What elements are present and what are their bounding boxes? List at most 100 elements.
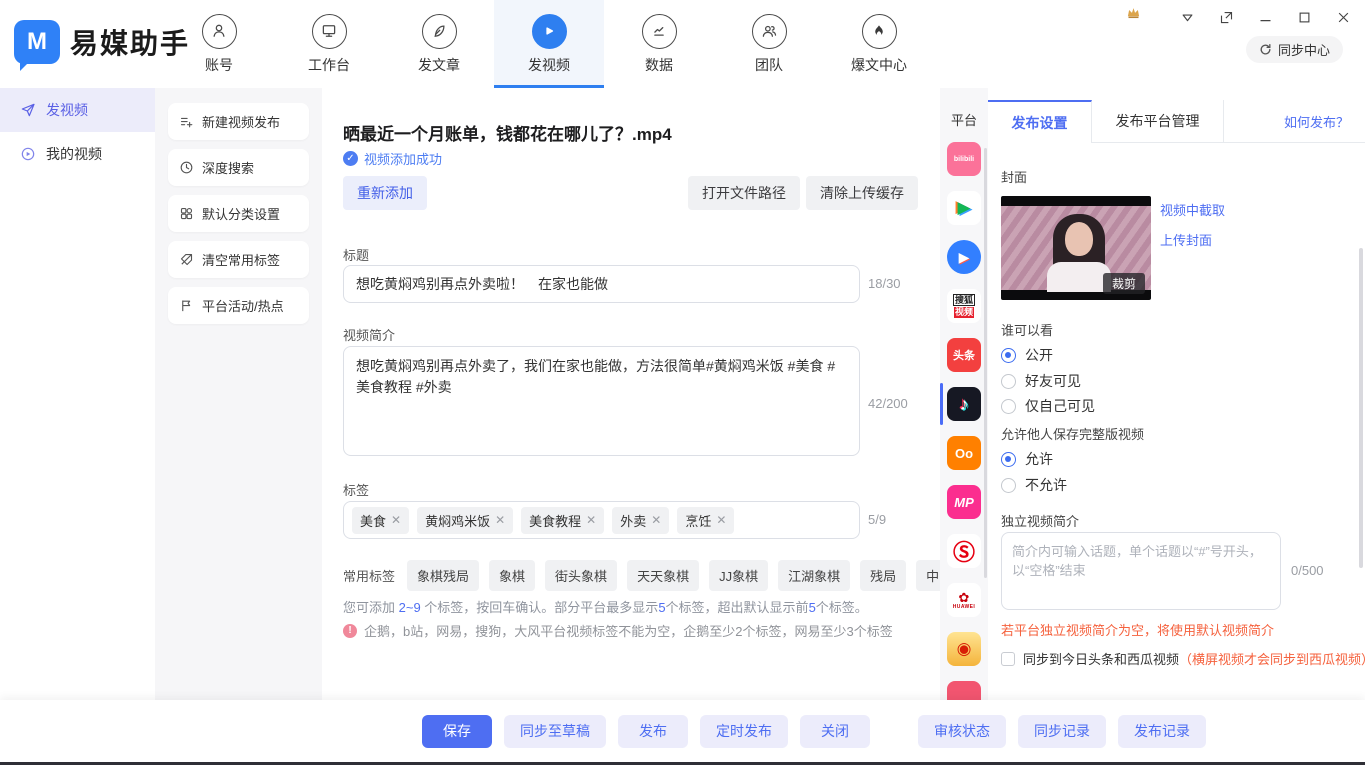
readd-video-button[interactable]: 重新添加 <box>343 176 427 210</box>
top-bar: M 易媒助手 账号 工作台 发文章 发视频 <box>0 0 1365 88</box>
refresh-icon <box>1259 43 1272 56</box>
nav-item-hot-articles[interactable]: 爆文中心 <box>824 0 934 88</box>
crop-button[interactable]: 裁剪 <box>1103 273 1145 294</box>
hint-count: 5 <box>809 600 816 615</box>
save-permission-allow[interactable]: 允许 <box>1001 449 1053 469</box>
open-file-path-button[interactable]: 打开文件路径 <box>688 176 800 210</box>
close-button[interactable]: 关闭 <box>800 715 870 748</box>
video-filename: 晒最近一个月账单，钱都花在哪儿了？.mp4 <box>343 120 672 145</box>
hide-to-tray-icon[interactable] <box>1180 10 1195 25</box>
hint-text: 个标签，按回车确认。部分平台最多显示 <box>421 600 659 615</box>
flag-icon <box>179 298 194 313</box>
footer-secondary-group: 审核状态 同步记录 发布记录 <box>918 715 1206 748</box>
sidebar-item-my-videos[interactable]: 我的视频 <box>0 132 155 176</box>
publish-records-button[interactable]: 发布记录 <box>1118 715 1206 748</box>
publish-video-icon <box>532 14 567 49</box>
sync-center-button[interactable]: 同步中心 <box>1246 36 1343 63</box>
common-tag-chip[interactable]: 残局 <box>860 560 906 591</box>
close-icon[interactable] <box>1336 10 1351 25</box>
checkbox-text: 同步到今日头条和西瓜视频 <box>1023 652 1179 667</box>
common-tags-row: 常用标签 象棋残局 象棋 街头象棋 天天象棋 JJ象棋 江湖象棋 残局 中国象棋 <box>343 560 988 591</box>
platform-activity-button[interactable]: 平台活动/热点 <box>168 287 309 324</box>
sync-to-draft-button[interactable]: 同步至草稿 <box>504 715 606 748</box>
sync-toutiao-xigua-checkbox-row[interactable]: 同步到今日头条和西瓜视频（横屏视频才会同步到西瓜视频） <box>1001 649 1365 668</box>
tags-input[interactable]: 美食✕ 黄焖鸡米饭✕ 美食教程✕ 外卖✕ 烹饪✕ <box>343 501 860 539</box>
clear-common-tags-button[interactable]: 清空常用标签 <box>168 241 309 278</box>
platform-bilibili-icon[interactable]: bilibili <box>947 142 981 176</box>
hint-text: 您可添加 <box>343 600 399 615</box>
radio-selected-icon[interactable] <box>1001 348 1016 363</box>
radio-icon[interactable] <box>1001 374 1016 389</box>
title-input[interactable] <box>343 265 860 303</box>
tab-platform-management[interactable]: 发布平台管理 <box>1092 100 1224 143</box>
clear-upload-cache-button[interactable]: 清除上传缓存 <box>806 176 918 210</box>
independent-description-textarea[interactable] <box>1001 532 1281 610</box>
maximize-icon[interactable] <box>1297 10 1312 25</box>
sync-records-button[interactable]: 同步记录 <box>1018 715 1106 748</box>
remove-tag-icon[interactable]: ✕ <box>495 513 505 527</box>
platform-weibo-icon[interactable]: ◉ <box>947 632 981 666</box>
nav-item-team[interactable]: 团队 <box>714 0 824 88</box>
platform-haokan-video-icon[interactable]: ▶ <box>947 240 981 274</box>
tag-chip[interactable]: 美食教程✕ <box>521 507 604 534</box>
common-tag-chip[interactable]: 街头象棋 <box>545 560 617 591</box>
tag-chip[interactable]: 黄焖鸡米饭✕ <box>417 507 513 534</box>
common-tag-chip[interactable]: 象棋残局 <box>407 560 479 591</box>
how-to-publish-link[interactable]: 如何发布？ <box>1284 112 1349 131</box>
platform-tencent-video-icon[interactable]: ▶ <box>947 191 981 225</box>
remove-tag-icon[interactable]: ✕ <box>391 513 401 527</box>
tags-counter: 5/9 <box>868 512 886 527</box>
tag-chip[interactable]: 烹饪✕ <box>677 507 734 534</box>
popout-icon[interactable] <box>1219 10 1234 25</box>
new-video-publish-button[interactable]: 新建视频发布 <box>168 103 309 140</box>
cover-thumbnail[interactable]: 裁剪 <box>1001 196 1151 300</box>
tag-chip[interactable]: 外卖✕ <box>612 507 669 534</box>
deep-search-button[interactable]: 深度搜索 <box>168 149 309 186</box>
remove-tag-icon[interactable]: ✕ <box>586 513 596 527</box>
radio-selected-icon[interactable] <box>1001 452 1016 467</box>
nav-item-account[interactable]: 账号 <box>164 0 274 88</box>
radio-icon[interactable] <box>1001 478 1016 493</box>
save-permission-deny[interactable]: 不允许 <box>1001 475 1067 495</box>
platform-kuaishou-icon[interactable]: Oo <box>947 436 981 470</box>
sidebar-item-label: 发视频 <box>46 100 88 120</box>
huawei-sub-text: HUAWEI <box>953 604 975 610</box>
platform-huawei-icon[interactable]: ✿ HUAWEI <box>947 583 981 617</box>
visibility-option-friends[interactable]: 好友可见 <box>1001 371 1081 391</box>
publish-button[interactable]: 发布 <box>618 715 688 748</box>
nav-item-workbench[interactable]: 工作台 <box>274 0 384 88</box>
visibility-option-private[interactable]: 仅自己可见 <box>1001 396 1095 416</box>
tab-publish-settings[interactable]: 发布设置 <box>988 100 1092 143</box>
checkbox-icon[interactable] <box>1001 652 1015 666</box>
platform-rail-scrollbar[interactable] <box>984 148 987 578</box>
common-tag-chip[interactable]: 江湖象棋 <box>778 560 850 591</box>
remove-tag-icon[interactable]: ✕ <box>716 513 726 527</box>
platform-dafeng-mp-icon[interactable]: MP <box>947 485 981 519</box>
platform-partial-icon[interactable] <box>947 681 981 700</box>
platform-toutiao-icon[interactable]: 头条 <box>947 338 981 372</box>
radio-icon[interactable] <box>1001 399 1016 414</box>
save-button[interactable]: 保存 <box>422 715 492 748</box>
nav-item-publish-article[interactable]: 发文章 <box>384 0 494 88</box>
independent-description-counter: 0/500 <box>1291 563 1324 578</box>
default-category-settings-button[interactable]: 默认分类设置 <box>168 195 309 232</box>
capture-from-video-link[interactable]: 视频中截取 <box>1160 200 1225 219</box>
scheduled-publish-button[interactable]: 定时发布 <box>700 715 788 748</box>
platform-sohu-video-icon[interactable]: 搜狐 视频 <box>947 289 981 323</box>
common-tag-chip[interactable]: 天天象棋 <box>627 560 699 591</box>
settings-panel-scrollbar[interactable] <box>1359 248 1363 568</box>
common-tag-chip[interactable]: 象棋 <box>489 560 535 591</box>
tag-chip[interactable]: 美食✕ <box>352 507 409 534</box>
description-textarea[interactable]: 想吃黄焖鸡别再点外卖了，我们在家也能做，方法很简单#黄焖鸡米饭 #美食 #美食教… <box>343 346 860 456</box>
platform-douyin-icon[interactable]: ♪ <box>947 387 981 421</box>
visibility-option-public[interactable]: 公开 <box>1001 345 1053 365</box>
platform-sogou-icon[interactable]: Ⓢ <box>947 534 981 568</box>
review-status-button[interactable]: 审核状态 <box>918 715 1006 748</box>
upload-cover-link[interactable]: 上传封面 <box>1160 230 1212 249</box>
minimize-icon[interactable] <box>1258 10 1273 25</box>
remove-tag-icon[interactable]: ✕ <box>651 513 661 527</box>
common-tag-chip[interactable]: JJ象棋 <box>709 560 768 591</box>
nav-item-publish-video[interactable]: 发视频 <box>494 0 604 88</box>
sidebar-item-publish-video[interactable]: 发视频 <box>0 88 155 132</box>
nav-item-data[interactable]: 数据 <box>604 0 714 88</box>
